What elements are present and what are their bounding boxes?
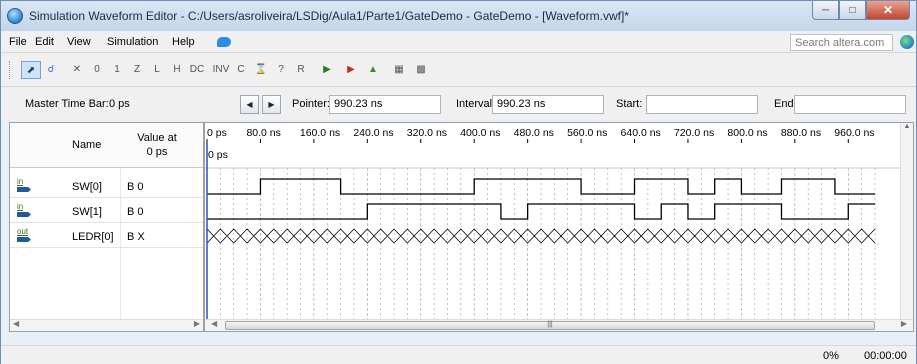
time-tick-label: 720.0 ns [674, 127, 714, 139]
run-functional-simulation-icon[interactable]: ▶ [317, 61, 337, 79]
forcing-low-icon[interactable]: 0 [87, 61, 107, 79]
forcing-unknown-icon[interactable]: ✕ [67, 61, 87, 79]
signal-row[interactable]: in SW[0] B 0 [10, 175, 203, 198]
time-tick-label: 480.0 ns [514, 127, 554, 139]
master-time-bar-label: Master Time Bar: [25, 98, 109, 110]
app-window: Simulation Waveform Editor - C:/Users/as… [0, 0, 917, 364]
signal-value: B 0 [127, 206, 144, 218]
scroll-up-icon[interactable]: ▲ [904, 123, 911, 130]
app-icon [7, 8, 23, 24]
signal-value: B X [127, 231, 145, 243]
previous-transition-button[interactable]: ◀ [240, 95, 259, 114]
close-icon[interactable]: ✕ [866, 1, 910, 20]
signal-name: SW[1] [72, 206, 102, 218]
value-header-line2: 0 ps [146, 146, 168, 158]
scroll-thumb[interactable]: ||| [225, 321, 875, 330]
signal-name: SW[0] [72, 181, 102, 193]
arbitrary-value-icon[interactable]: ? [271, 61, 291, 79]
menu-simulation[interactable]: Simulation [107, 36, 158, 48]
signal-name: LEDR[0] [72, 231, 114, 243]
scroll-left-icon[interactable]: ◀ [13, 319, 19, 328]
waveform-canvas[interactable]: 0 ps 80.0 ns 160.0 ns 240.0 ns 320.0 ns 400.0… [205, 123, 913, 319]
menu-file[interactable]: File [9, 36, 27, 48]
feedback-icon[interactable] [217, 37, 231, 47]
menu-edit[interactable]: Edit [35, 36, 54, 48]
status-bar: 0% 00:00:00 [1, 345, 916, 364]
snap-to-grid-icon[interactable]: ▩ [411, 61, 431, 79]
start-field[interactable] [646, 95, 758, 114]
zoom-tool-icon[interactable]: ☌ [41, 61, 61, 79]
globe-icon[interactable] [900, 35, 914, 49]
weak-high-icon[interactable]: H [167, 61, 187, 79]
generate-netlist-icon[interactable]: ▲ [363, 61, 383, 79]
count-value-icon[interactable]: C [231, 61, 251, 79]
invert-icon[interactable]: INV [211, 61, 231, 79]
clock-icon[interactable]: ⌛ [251, 61, 271, 79]
window-controls: ─ □ ✕ [812, 1, 910, 21]
time-tick-label: 240.0 ns [353, 127, 393, 139]
time-bar: Master Time Bar: 0 ps ◀ ▶ Pointer: 990.2… [1, 88, 916, 120]
waveform-horizontal-scrollbar[interactable]: ◀ ||| ▶ [205, 319, 913, 331]
sw0-waveform [207, 178, 875, 195]
weak-low-icon[interactable]: L [147, 61, 167, 79]
toolbar: ⬈ ☌ ✕ 0 1 Z L H DC INV C ⌛ ? R ▶ ▶ ▲ ▦ ▩ [1, 53, 916, 87]
scroll-left-icon[interactable]: ◀ [211, 319, 217, 328]
forcing-high-icon[interactable]: 1 [107, 61, 127, 79]
pointer-tool-icon[interactable]: ⬈ [21, 61, 41, 79]
time-tick-label: 880.0 ns [781, 127, 821, 139]
input-pin-icon: in [17, 177, 33, 195]
scroll-right-icon[interactable]: ▶ [901, 319, 907, 328]
name-column-header[interactable]: Name [72, 139, 101, 151]
waveform-vertical-scrollbar[interactable]: ▲ [900, 123, 913, 319]
signal-row[interactable]: out LEDR[0] B X [10, 225, 203, 248]
maximize-icon[interactable]: □ [839, 1, 866, 20]
ledr0-unknown-waveform [206, 228, 876, 244]
random-value-icon[interactable]: R [291, 61, 311, 79]
window-title: Simulation Waveform Editor - C:/Users/as… [29, 9, 629, 23]
start-label: Start: [616, 98, 643, 110]
waveform-panel[interactable]: 0 ps 80.0 ns 160.0 ns 240.0 ns 320.0 ns 400.0… [204, 122, 914, 332]
grid-settings-icon[interactable]: ▦ [389, 61, 409, 79]
value-header-line1: Value at [137, 132, 177, 144]
menu-help[interactable]: Help [172, 36, 195, 48]
time-tick-label: 320.0 ns [407, 127, 447, 139]
progress-status: 0% [823, 350, 839, 362]
interval-field[interactable]: 990.23 ns [492, 95, 604, 114]
minimize-icon[interactable]: ─ [812, 1, 839, 20]
title-bar[interactable]: Simulation Waveform Editor - C:/Users/as… [1, 1, 916, 31]
master-time-bar-value: 0 ps [109, 98, 130, 110]
run-timing-simulation-icon[interactable]: ▶ [341, 61, 361, 79]
dont-care-icon[interactable]: DC [187, 61, 207, 79]
name-panel-scrollbar[interactable]: ◀ ▶ [10, 319, 203, 331]
signal-name-panel: Name Value at 0 ps in SW[0] B 0 in SW[1]… [9, 122, 204, 332]
time-tick-label: 640.0 ns [621, 127, 661, 139]
signal-value: B 0 [127, 181, 144, 193]
pointer-field[interactable]: 990.23 ns [329, 95, 441, 114]
high-impedance-icon[interactable]: Z [127, 61, 147, 79]
pointer-label: Pointer: [292, 98, 330, 110]
elapsed-time: 00:00:00 [864, 350, 907, 362]
time-tick-label: 960.0 ns [834, 127, 874, 139]
menu-view[interactable]: View [67, 36, 91, 48]
time-tick-label: 0 ps [207, 127, 227, 139]
signal-panel-header: Name Value at 0 ps [10, 123, 203, 168]
end-field[interactable] [794, 95, 906, 114]
time-tick-label: 800.0 ns [727, 127, 767, 139]
interval-label: Interval: [456, 98, 496, 110]
time-tick-label: 400.0 ns [460, 127, 500, 139]
toolbar-grip[interactable] [9, 61, 12, 79]
time-tick-label: 80.0 ns [246, 127, 280, 139]
menu-bar: File Edit View Simulation Help Search al… [1, 31, 916, 53]
cursor-time-label: 0 ps [208, 149, 228, 161]
output-pin-icon: out [17, 227, 33, 245]
time-tick-label: 560.0 ns [567, 127, 607, 139]
scroll-right-icon[interactable]: ▶ [194, 319, 200, 328]
signal-row[interactable]: in SW[1] B 0 [10, 200, 203, 223]
input-pin-icon: in [17, 202, 33, 220]
search-input[interactable]: Search altera.com [790, 34, 893, 51]
time-tick-label: 160.0 ns [300, 127, 340, 139]
next-transition-button[interactable]: ▶ [262, 95, 281, 114]
sw1-waveform [207, 203, 875, 220]
value-column-header[interactable]: Value at 0 ps [127, 131, 187, 159]
